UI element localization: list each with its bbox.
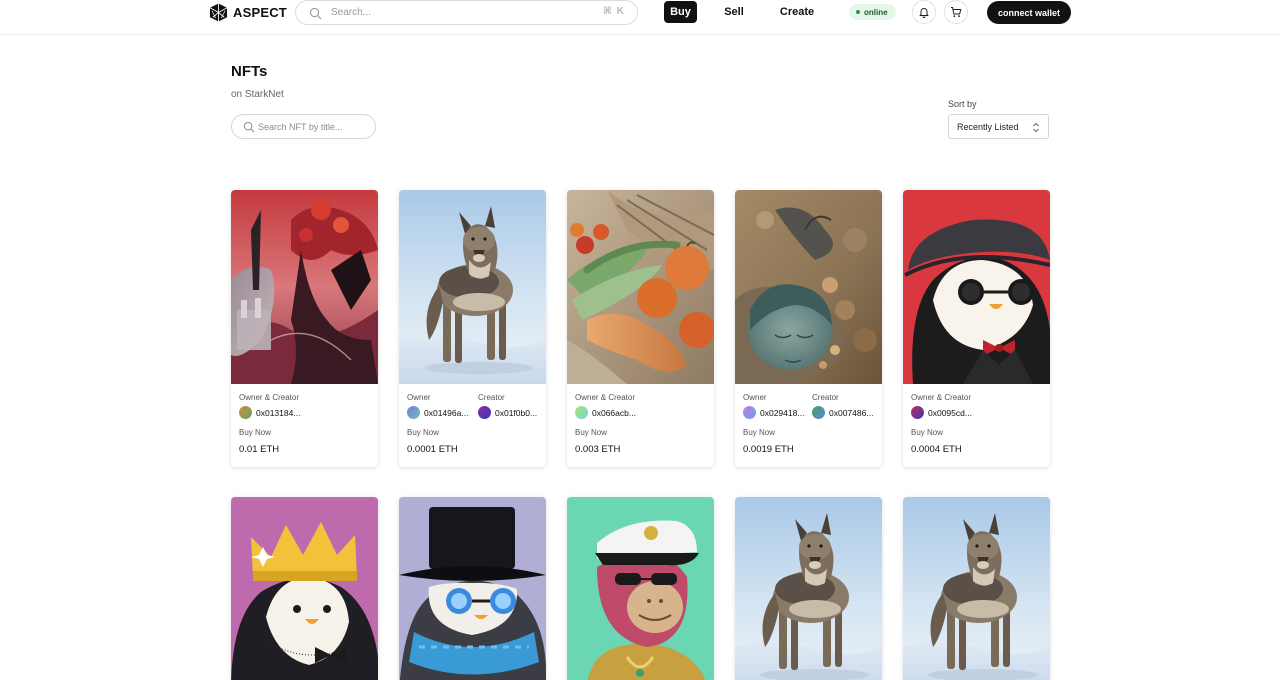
buy-now-label: Buy Now [911,428,944,437]
status-dot-icon [856,10,860,14]
top-navigation-bar: ASPECT Search... ⌘ K Buy Sell Create onl… [0,0,1280,35]
nft-card[interactable] [903,497,1050,680]
owner-label: Owner [407,393,431,402]
page-subtitle: on StarkNet [231,89,284,100]
price: 0.0004 ETH [911,444,962,455]
price: 0.0019 ETH [743,444,794,455]
owner-address[interactable]: 0x066acb... [575,406,636,419]
status-text: online [864,7,888,17]
nav-sell-tab[interactable]: Sell [720,1,748,23]
creator-address[interactable]: 0x007486... [812,406,873,419]
owner-creator-label: Owner & Creator [911,393,972,402]
owner-address[interactable]: 0x01496a... [407,406,468,419]
creator-label: Creator [478,393,505,402]
nft-image [231,497,378,680]
creator-address-text: 0x01f0b0... [495,407,538,418]
nft-card[interactable]: Owner Creator 0x01496a... 0x01f0b0... Bu… [399,190,546,467]
creator-address[interactable]: 0x01f0b0... [478,406,537,419]
buy-now-label: Buy Now [743,428,776,437]
nft-image [735,497,882,680]
ape-captain-artwork [567,497,714,680]
sort-select-value: Recently Listed [957,121,1019,132]
wolf-artwork [903,497,1050,680]
search-placeholder: Search... [331,7,372,18]
nft-card[interactable]: Owner & Creator 0x0095cd... Buy Now 0.00… [903,190,1050,467]
sort-select[interactable]: Recently Listed [948,114,1049,139]
nft-image [735,190,882,384]
owner-address-text: 0x066acb... [592,407,636,418]
avatar [743,406,756,419]
nft-image [903,190,1050,384]
avatar [812,406,825,419]
price: 0.01 ETH [239,444,280,455]
nft-card[interactable] [399,497,546,680]
nft-card[interactable] [231,497,378,680]
nft-image [399,190,546,384]
nft-search-field[interactable] [231,114,376,139]
connect-wallet-button[interactable]: connect wallet [987,1,1071,24]
avatar [575,406,588,419]
search-shortcut-hint: ⌘ K [602,6,625,17]
penguin-crown-artwork [231,497,378,680]
search-icon [243,121,255,133]
creator-address-text: 0x007486... [829,407,874,418]
owner-label: Owner [743,393,767,402]
avatar [239,406,252,419]
owner-address[interactable]: 0x029418... [743,406,804,419]
owner-address[interactable]: 0x013184... [239,406,300,419]
nft-image [567,497,714,680]
global-search-input[interactable]: Search... ⌘ K [295,0,638,25]
wolf-artwork [735,497,882,680]
nft-card[interactable] [735,497,882,680]
notifications-button[interactable] [912,0,936,24]
avatar [407,406,420,419]
page-title: NFTs [231,63,268,80]
nav-buy-tab[interactable]: Buy [664,1,697,23]
fantasy-landscape-artwork [231,190,378,384]
nft-image [567,190,714,384]
nft-image [399,497,546,680]
wolf-artwork [399,190,546,384]
nft-image [903,497,1050,680]
sort-label: Sort by [948,99,977,109]
nft-card[interactable]: Owner Creator 0x029418... 0x007486... Bu… [735,190,882,467]
avatar [911,406,924,419]
buy-now-label: Buy Now [239,428,272,437]
vegetables-artwork [567,190,714,384]
buy-now-label: Buy Now [407,428,440,437]
chevron-up-down-icon [1033,122,1039,133]
owner-address[interactable]: 0x0095cd... [911,406,972,419]
search-icon [309,7,322,20]
surreal-face-artwork [735,190,882,384]
avatar [478,406,491,419]
owner-address-text: 0x013184... [256,407,301,418]
owner-address-text: 0x029418... [760,407,805,418]
cart-icon [951,7,962,18]
nft-card[interactable] [567,497,714,680]
penguin-beret-artwork [903,190,1050,384]
owner-creator-label: Owner & Creator [575,393,636,402]
nft-image [231,190,378,384]
price: 0.0001 ETH [407,444,458,455]
owner-creator-label: Owner & Creator [239,393,300,402]
price: 0.003 ETH [575,444,621,455]
aspect-logo-icon [209,2,228,22]
buy-now-label: Buy Now [575,428,608,437]
nav-create-tab[interactable]: Create [773,1,821,23]
cart-button[interactable] [944,0,968,24]
brand-name: ASPECT [233,4,287,20]
nft-card[interactable]: Owner & Creator 0x066acb... Buy Now 0.00… [567,190,714,467]
bell-icon [919,8,929,18]
nft-search-input[interactable] [258,119,370,135]
penguin-tophat-artwork [399,497,546,680]
status-badge: online [849,4,896,20]
creator-label: Creator [812,393,839,402]
nft-card[interactable]: Owner & Creator 0x013184... Buy Now 0.01… [231,190,378,467]
owner-address-text: 0x0095cd... [928,407,972,418]
brand-logo[interactable]: ASPECT [209,2,287,22]
owner-address-text: 0x01496a... [424,407,469,418]
